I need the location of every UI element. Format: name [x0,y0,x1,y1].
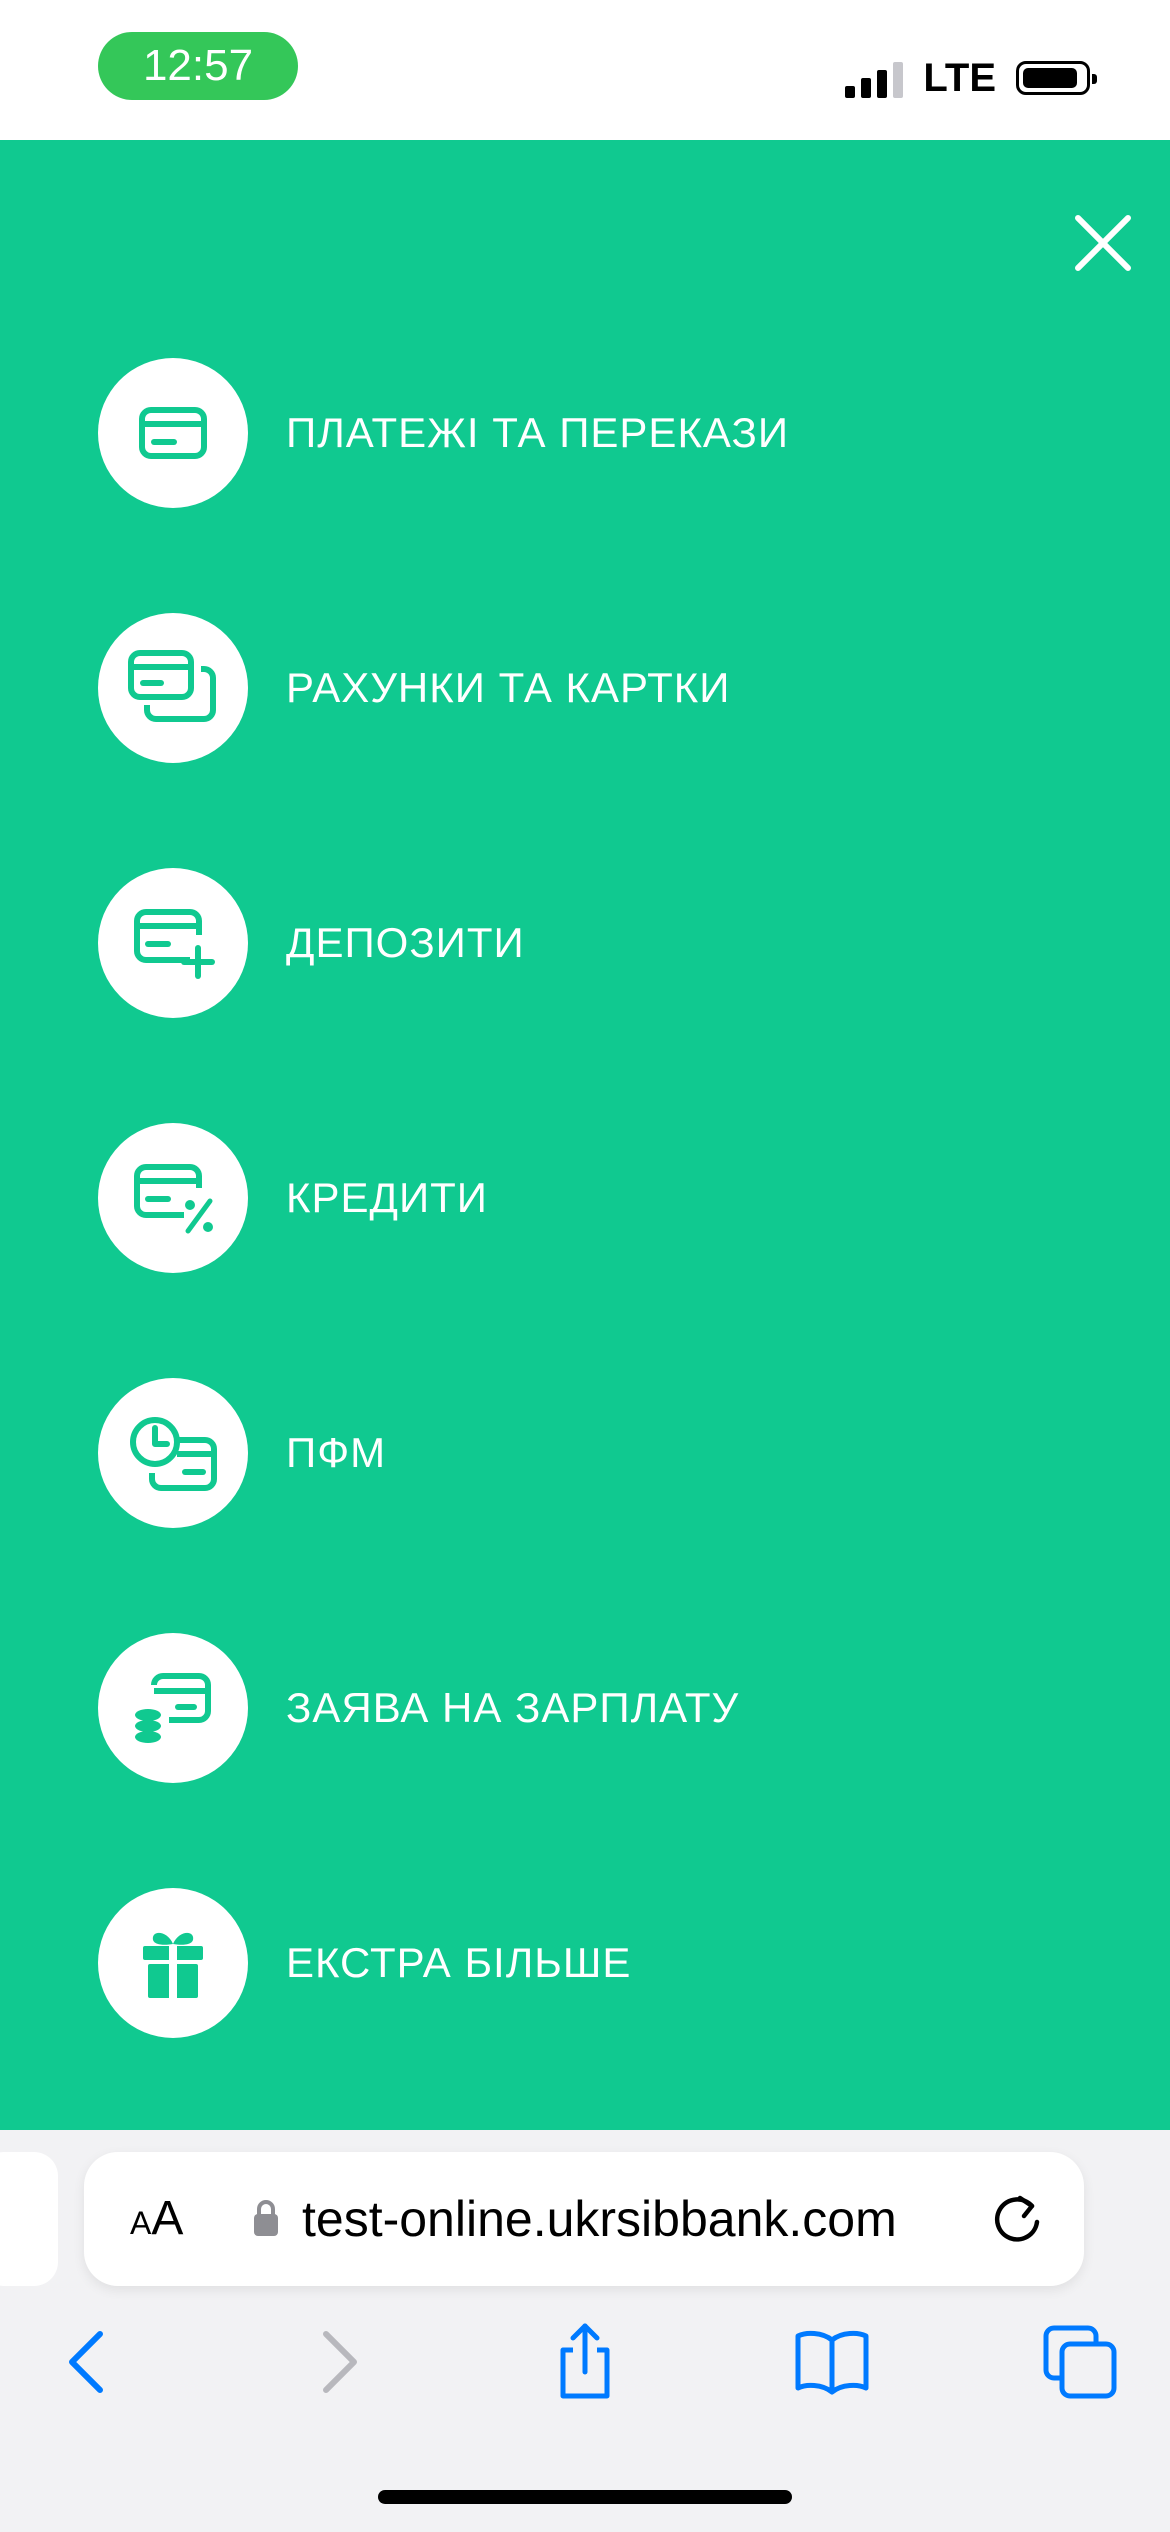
card-icon [139,407,207,459]
menu-item-icon-circle [98,1378,248,1528]
signal-icon [845,58,904,98]
lock-icon [254,2200,278,2236]
menu-item-label: ПФМ [286,1429,387,1476]
menu-item-icon-circle [98,868,248,1018]
text-size-button[interactable]: AA [130,2152,183,2286]
cards-stack-icon [128,650,216,722]
menu-item-label: ЗАЯВА НА ЗАРПЛАТУ [286,1684,740,1731]
menu-item-icon-circle [98,1123,248,1273]
clock-card-icon [130,1417,217,1491]
menu-item-label: ЕКСТРА БІЛЬШЕ [286,1939,632,1986]
address-bar[interactable]: AA test-online.ukrsibbank.com [84,2152,1084,2286]
menu-item-icon-circle [98,613,248,763]
menu-item-icon-circle [98,1888,248,2038]
close-icon[interactable] [1070,210,1136,276]
navigation-menu: ПЛАТЕЖІ ТА ПЕРЕКАЗИ РАХУНКИ ТА КАРТКИ ДЕ… [0,140,1170,2130]
status-indicators: LTE [845,50,1097,106]
menu-item-label: РАХУНКИ ТА КАРТКИ [286,664,731,711]
share-icon[interactable] [545,2322,625,2402]
previous-tab-preview[interactable] [0,2152,58,2286]
text-size-small-a: A [130,2205,152,2241]
menu-item-credits[interactable]: КРЕДИТИ [98,1123,1078,1273]
gift-icon [143,1932,203,1998]
menu-item-icon-circle [98,1633,248,1783]
url-text[interactable]: test-online.ukrsibbank.com [302,2152,897,2286]
card-percent-icon [134,1164,213,1234]
status-time[interactable]: 12:57 [98,32,298,100]
menu-item-pfm[interactable]: ПФМ [98,1378,1078,1528]
menu-item-deposits[interactable]: ДЕПОЗИТИ [98,868,1078,1018]
menu-item-payments[interactable]: ПЛАТЕЖІ ТА ПЕРЕКАЗИ [98,358,1078,508]
menu-item-label: ДЕПОЗИТИ [286,919,525,966]
home-indicator [378,2490,792,2504]
menu-item-salary-application[interactable]: ЗАЯВА НА ЗАРПЛАТУ [98,1633,1078,1783]
menu-item-extra-more[interactable]: ЕКСТРА БІЛЬШЕ [98,1888,1078,2038]
reload-icon[interactable] [986,2188,1048,2250]
menu-item-label: ПЛАТЕЖІ ТА ПЕРЕКАЗИ [286,409,790,456]
text-size-big-a: A [151,2192,184,2245]
menu-item-icon-circle [98,358,248,508]
back-icon[interactable] [48,2322,128,2402]
menu-item-label: КРЕДИТИ [286,1174,488,1221]
bookmarks-icon[interactable] [792,2322,872,2402]
battery-icon [1016,61,1097,95]
menu-item-accounts-cards[interactable]: РАХУНКИ ТА КАРТКИ [98,613,1078,763]
card-plus-icon [134,909,215,979]
status-bar: 12:57 LTE [0,0,1170,140]
tabs-icon[interactable] [1040,2322,1120,2402]
forward-icon[interactable] [298,2322,378,2402]
network-type: LTE [923,55,996,100]
card-coins-icon [135,1673,211,1743]
